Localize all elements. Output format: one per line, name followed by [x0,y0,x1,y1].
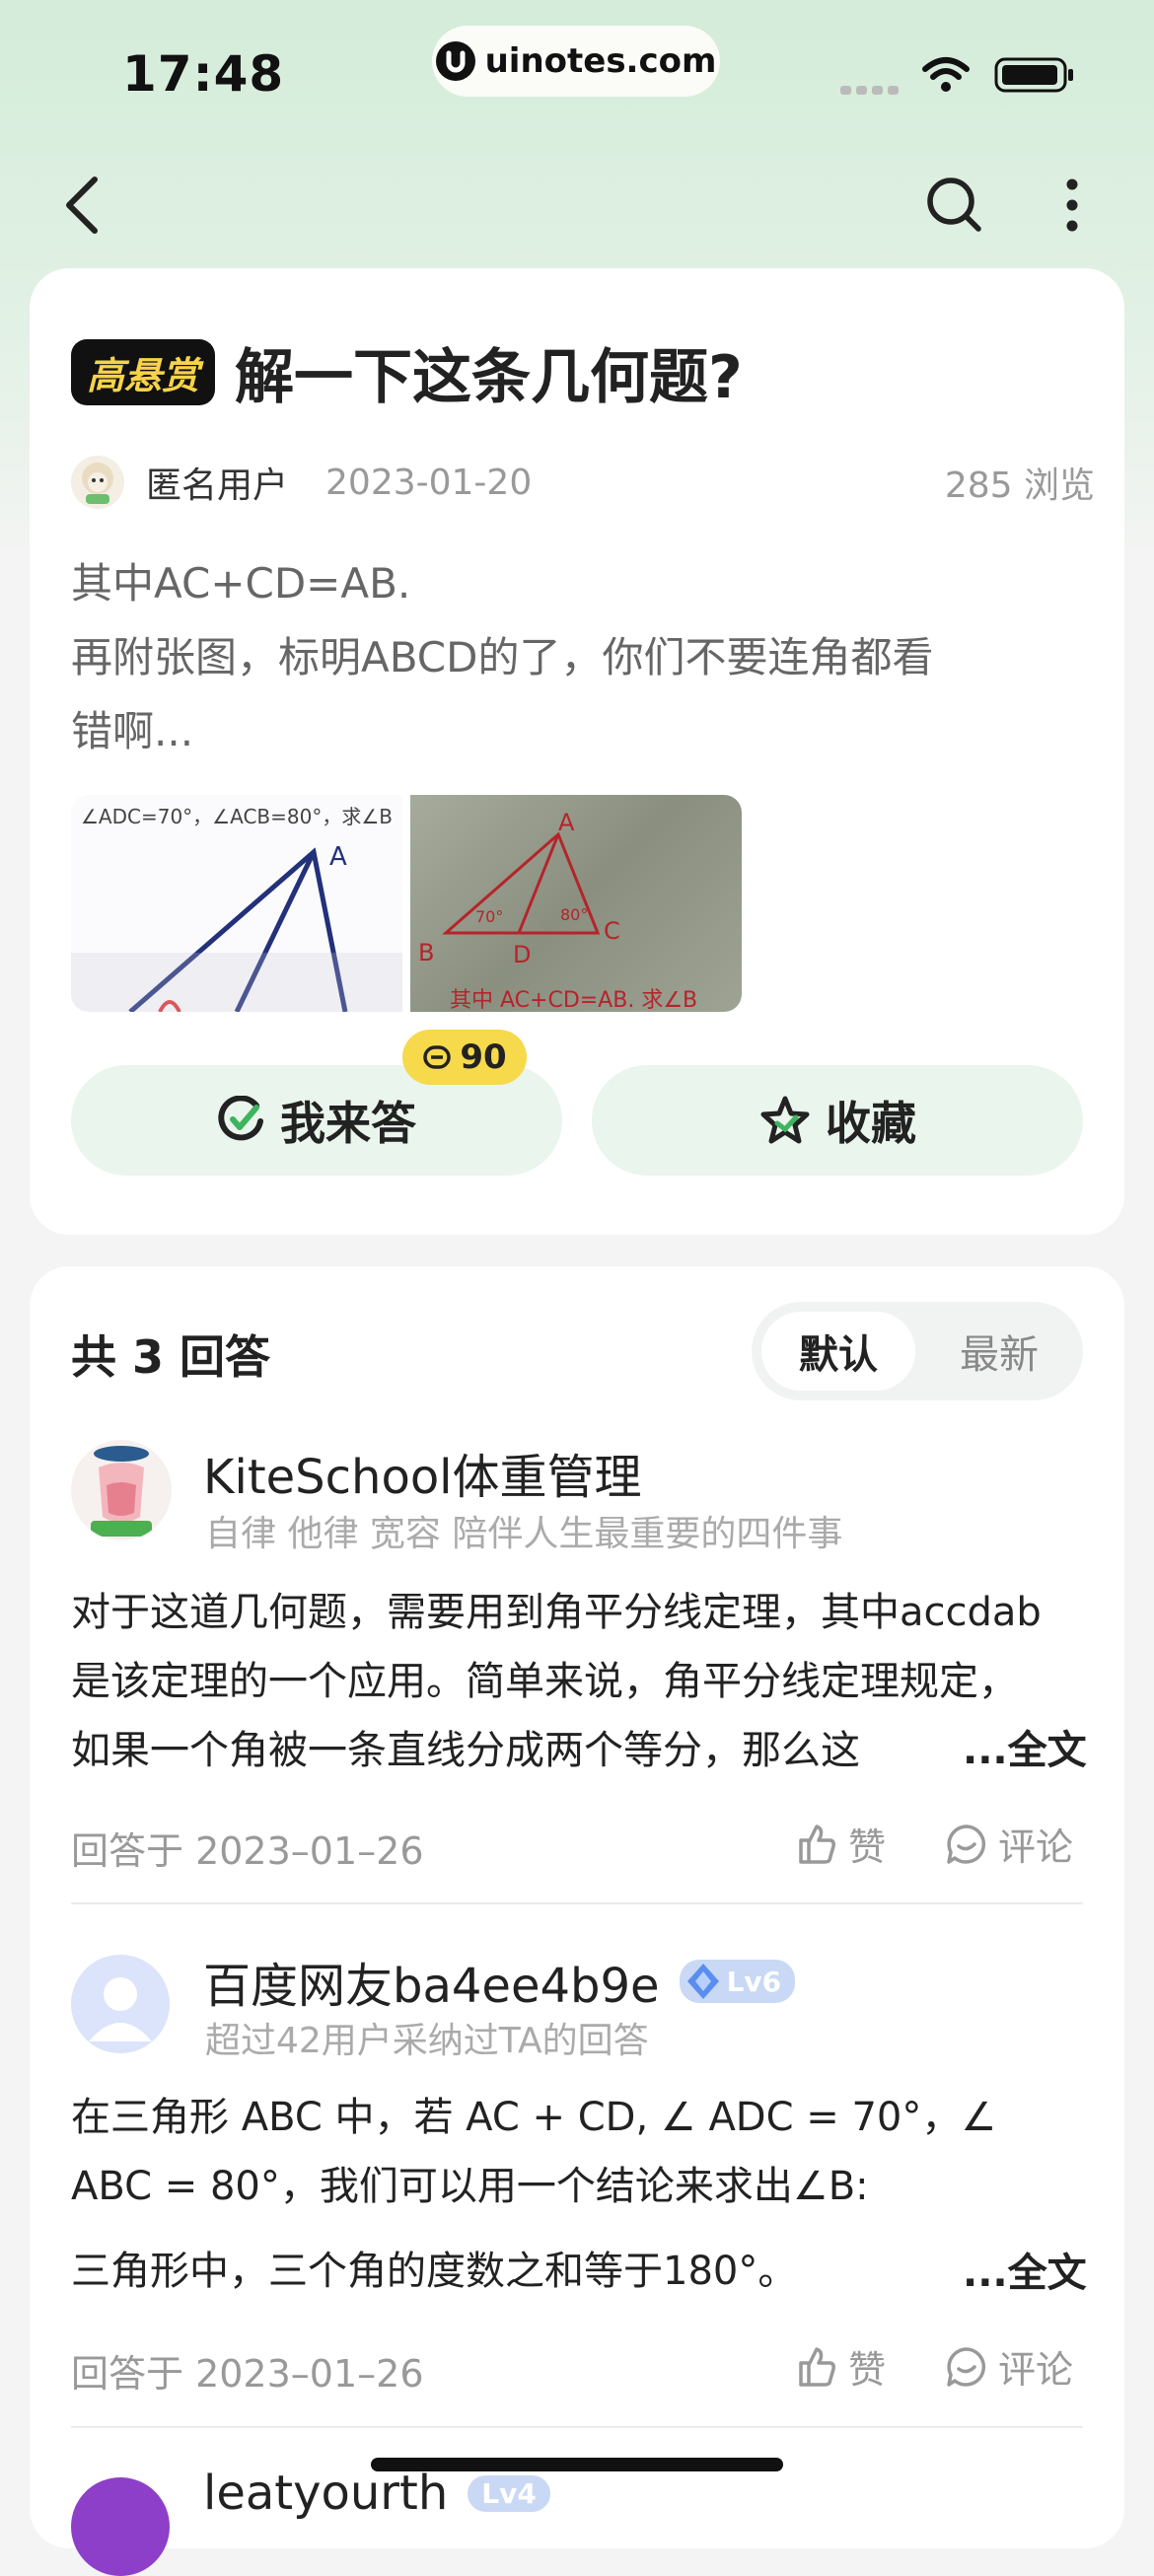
like-button[interactable]: 赞 [795,2339,886,2394]
answer-date: 回答于 2023–01–26 [71,2352,424,2396]
kiteschool-avatar-icon [91,1446,152,1537]
view-count: 285 浏览 [944,465,1095,506]
status-time: 17:48 [122,45,285,103]
question-date: 2023-01-20 [325,462,533,503]
wifi-icon [921,55,971,99]
question-meta: 匿名用户 2023-01-20 285 浏览 [71,456,1107,509]
level-badge: Lv6 [679,1960,796,2003]
edit-check-icon [218,1096,263,1141]
home-indicator[interactable] [371,2458,783,2471]
comment-button[interactable]: 评论 [945,1817,1073,1871]
image-caption: 其中 AC+CD=AB. 求∠B [450,988,698,1012]
chevron-left-icon [66,177,98,234]
comment-label: 评论 [998,2348,1074,2392]
reward-amount: 90 [460,1038,507,1077]
collect-button[interactable]: 收藏 [592,1065,1083,1176]
more-button[interactable] [1059,176,1085,239]
question-body-line: 错啊... [71,707,194,755]
coin-icon [423,1045,452,1069]
vertex-label: C [604,917,620,945]
sort-latest-tab[interactable]: 最新 [925,1312,1073,1391]
answer-line: 对于这道几何题，需要用到角平分线定理，其中accdab [71,1590,1042,1635]
question-body-line: 再附张图，标明ABCD的了，你们不要连角都看 [71,633,934,681]
sheep-avatar-icon [82,463,113,504]
question-title: 解一下这条几何题? [235,343,743,412]
like-label: 赞 [848,1825,887,1869]
answer-line: 是该定理的一个应用。简单来说，角平分线定理规定， [71,1659,1018,1704]
level-text: Lv4 [481,2476,537,2510]
site-logo-icon [435,41,475,81]
default-user-icon [89,1977,152,2041]
answer-content[interactable]: 在三角形 ABC 中，若 AC + CD, ∠ ADC = 70°，∠ ABC … [71,2083,1097,2306]
question-header: 高悬赏 解一下这条几何题? [71,329,743,415]
comment-button[interactable]: 评论 [945,2339,1073,2394]
answer-line: 在三角形 ABC 中，若 AC + CD, ∠ ADC = 70°，∠ [71,2095,997,2140]
like-button[interactable]: 赞 [795,1817,886,1871]
answer-line: 如果一个角被一条直线分成两个等分，那么这 [71,1728,860,1773]
angle-label: 80° [560,905,589,924]
avatar[interactable] [71,1440,172,1540]
url-pill[interactable]: uinotes.com [432,26,720,97]
thumbs-up-icon [799,2346,835,2387]
question-image-2[interactable]: A B C D 70° 80° 其中 AC+CD=AB. 求∠B [410,795,742,1012]
answerer-bio: 超过42用户采纳过TA的回答 [205,2021,649,2061]
answer-line: ABC = 80°，我们可以用一个结论来求出∠B: [71,2164,869,2209]
star-icon [760,1096,810,1144]
question-body: 其中AC+CD=AB. 再附张图，标明ABCD的了，你们不要连角都看 错啊... [71,546,1097,768]
comment-icon [947,1824,986,1864]
comment-label: 评论 [998,1825,1074,1869]
author-name[interactable]: 匿名用户 [146,457,288,508]
answerer-name[interactable]: leatyourth [203,2466,448,2521]
answerer-header: 百度网友ba4ee4b9e Lv6 [203,1947,796,2016]
answer-content[interactable]: 对于这道几何题，需要用到角平分线定理，其中accdab 是该定理的一个应用。简单… [71,1578,1097,1785]
avatar[interactable] [71,2477,170,2576]
sort-toggle: 默认 最新 [752,1302,1083,1400]
thumbs-up-icon [799,1824,835,1864]
search-icon [927,178,981,232]
level-text: Lv6 [726,1965,782,1998]
full-text-link[interactable]: ...全文 [963,1718,1087,1775]
cellular-signal-icon [840,81,902,100]
triangle-figure-icon [71,847,402,1012]
answer-button-label: 我来答 [280,1097,416,1150]
avatar[interactable] [71,1955,170,2053]
more-vertical-icon [1066,179,1078,232]
question-body-line: 其中AC+CD=AB. [71,559,411,608]
answerer-name[interactable]: 百度网友ba4ee4b9e [203,1947,660,2016]
answerer-header: leatyourth Lv4 [203,2466,550,2521]
avatar[interactable] [71,456,124,509]
handwritten-triangle-icon [442,831,601,935]
question-image-1[interactable]: ∠ADC=70°，∠ACB=80°，求∠B A [71,795,402,1012]
back-button[interactable] [59,174,105,241]
high-reward-tag: 高悬赏 [71,339,216,405]
answerer-bio: 自律 他律 宽容 陪伴人生最重要的四件事 [205,1514,843,1554]
url-text: uinotes.com [484,41,717,81]
vertex-label: B [418,939,435,966]
full-text-link[interactable]: ...全文 [963,2241,1087,2298]
reward-badge: 90 [402,1030,527,1085]
diamond-level-icon [686,1964,719,1999]
answer-divider [71,2426,1083,2428]
answer-divider [71,1902,1083,1904]
comment-icon [947,2346,986,2387]
answer-date: 回答于 2023–01–26 [71,1829,424,1873]
answerer-name[interactable]: KiteSchool体重管理 [203,1438,642,1507]
collect-button-label: 收藏 [826,1097,916,1150]
vertex-label: A [329,842,347,872]
search-button[interactable] [925,176,984,239]
vertex-label: A [558,809,575,836]
battery-icon [994,55,1075,99]
angle-label: 70° [475,907,504,926]
sort-default-tab[interactable]: 默认 [761,1312,915,1391]
answer-line: 三角形中，三个角的度数之和等于180°。 [71,2249,798,2294]
level-badge: Lv4 [468,2474,550,2512]
like-label: 赞 [848,2348,887,2392]
answer-count: 共 3 回答 [71,1330,271,1384]
question-card: 高悬赏 解一下这条几何题? 匿名用户 2023-01-20 285 浏览 其中A… [30,268,1124,1235]
vertex-label: D [513,941,532,968]
